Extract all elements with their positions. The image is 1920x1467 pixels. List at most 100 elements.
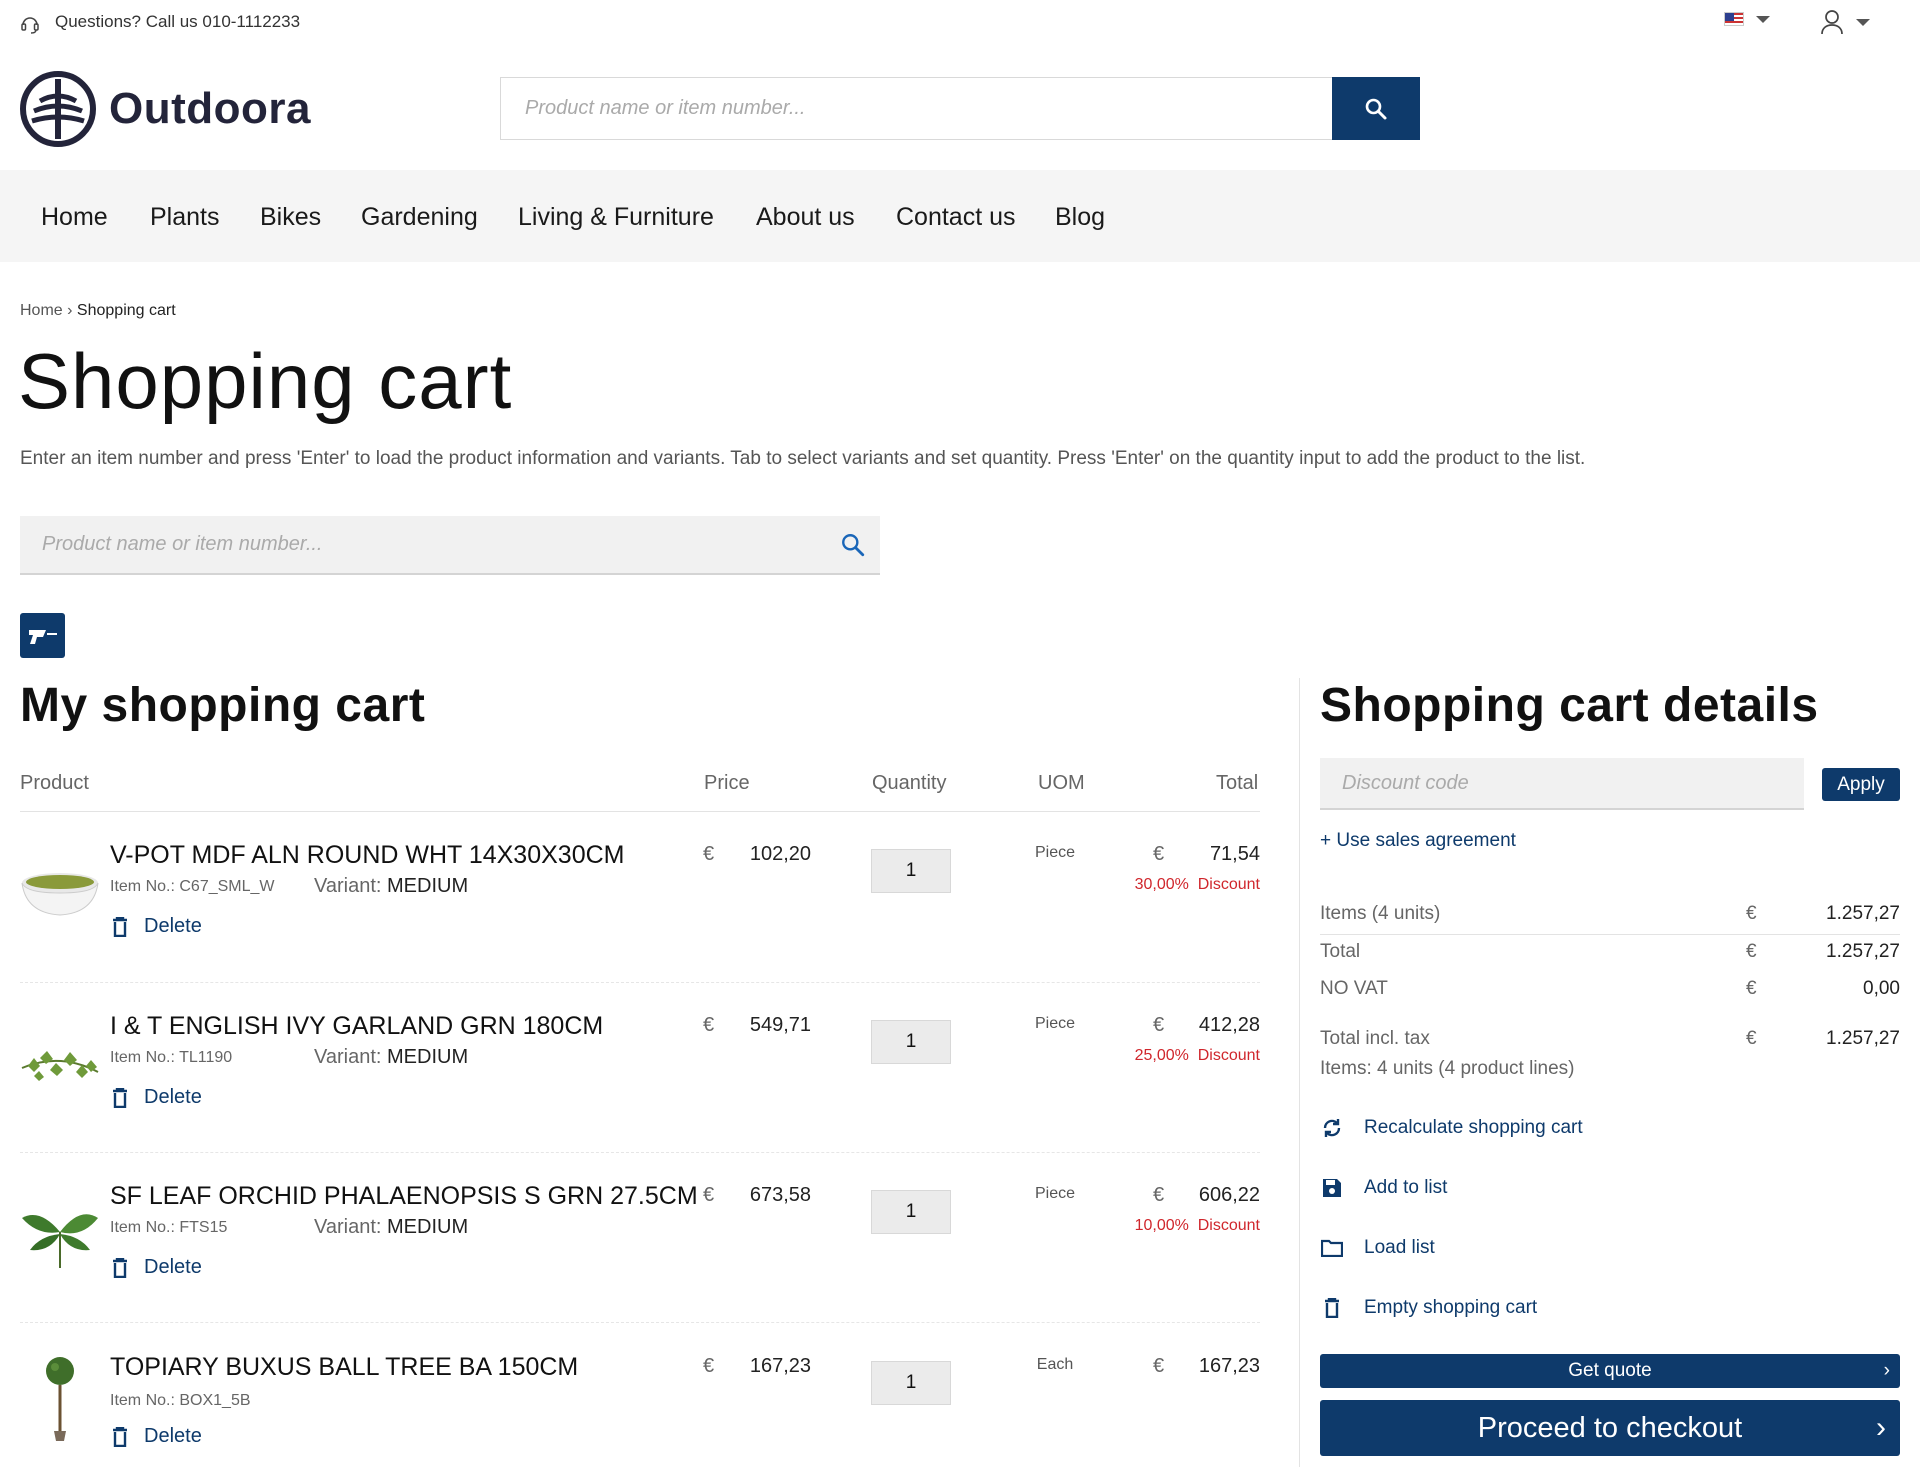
vat-value: 0,00 <box>1863 978 1900 999</box>
search-button[interactable] <box>1332 77 1420 140</box>
cart-row: SF LEAF ORCHID PHALAENOPSIS S GRN 27.5CM… <box>20 1164 1260 1334</box>
product-name[interactable]: TOPIARY BUXUS BALL TREE BA 150CM <box>110 1353 578 1382</box>
orchid-leaf-icon[interactable] <box>20 1192 100 1272</box>
nav-item-about-us[interactable]: About us <box>756 203 855 232</box>
save-icon <box>1320 1178 1344 1198</box>
white-pot-icon[interactable] <box>20 851 100 931</box>
total-incl-label: Total incl. tax <box>1320 1028 1430 1049</box>
vat-row: NO VAT € 0,00 <box>1320 978 1900 999</box>
trash-icon <box>112 1087 128 1108</box>
delete-button[interactable]: Delete <box>112 1425 202 1448</box>
product-name[interactable]: V-POT MDF ALN ROUND WHT 14X30X30CM <box>110 841 624 870</box>
nav-item-living-furniture[interactable]: Living & Furniture <box>518 203 714 232</box>
us-flag-icon <box>1724 12 1744 26</box>
page-intro: Enter an item number and press 'Enter' t… <box>20 448 1586 469</box>
delete-button[interactable]: Delete <box>112 1086 202 1109</box>
price: 102,20 <box>749 843 811 865</box>
item-number: Item No.: BOX1_5B <box>110 1392 251 1409</box>
load-list-button[interactable]: Load list <box>1320 1237 1435 1259</box>
items-value: 1.257,27 <box>1826 903 1900 924</box>
folder-icon <box>1320 1239 1344 1257</box>
price: 673,58 <box>749 1184 811 1206</box>
product-name[interactable]: I & T ENGLISH IVY GARLAND GRN 180CM <box>110 1012 603 1041</box>
nav-item-gardening[interactable]: Gardening <box>361 203 478 232</box>
chevron-right-icon: › <box>1883 1360 1890 1381</box>
details-title: Shopping cart details <box>1320 679 1819 732</box>
price: 167,23 <box>749 1355 811 1377</box>
add-to-list-button[interactable]: Add to list <box>1320 1177 1447 1199</box>
logo-icon[interactable] <box>20 71 96 147</box>
chevron-down-icon <box>1756 15 1770 23</box>
line-total: 412,28 <box>1198 1014 1260 1036</box>
col-uom: UOM <box>1038 772 1085 794</box>
row-divider <box>20 1152 1260 1153</box>
headset-icon <box>20 14 40 34</box>
line-total: 606,22 <box>1198 1184 1260 1206</box>
trash-icon <box>1320 1298 1344 1318</box>
col-price: Price <box>704 772 750 794</box>
delete-button[interactable]: Delete <box>112 1256 202 1279</box>
panel-divider <box>1299 678 1300 1467</box>
main-nav: Home Plants Bikes Gardening Living & Fur… <box>0 170 1920 262</box>
breadcrumb-home[interactable]: Home <box>20 302 63 319</box>
checkout-button[interactable]: Proceed to checkout › <box>1320 1400 1900 1456</box>
variant: Variant: MEDIUM <box>314 875 469 897</box>
breadcrumb-separator: › <box>67 302 73 319</box>
cart-row: V-POT MDF ALN ROUND WHT 14X30X30CM Item … <box>20 823 1260 993</box>
account-menu[interactable] <box>1820 9 1870 35</box>
language-selector[interactable] <box>1724 12 1770 26</box>
col-product: Product <box>20 772 89 794</box>
line-total: 167,23 <box>1198 1355 1260 1377</box>
price: 549,71 <box>749 1014 811 1036</box>
quantity-input[interactable]: 1 <box>871 849 951 893</box>
quantity-input[interactable]: 1 <box>871 1020 951 1064</box>
sales-agreement-link[interactable]: + Use sales agreement <box>1320 830 1516 852</box>
user-icon <box>1820 9 1844 35</box>
quick-order-search <box>20 516 880 575</box>
trash-icon <box>112 916 128 937</box>
row-divider <box>20 1322 1260 1323</box>
uom: Piece <box>1034 1185 1076 1202</box>
item-number: Item No.: C67_SML_W <box>110 878 275 895</box>
brand-name[interactable]: Outdoora <box>109 84 311 134</box>
get-quote-button[interactable]: Get quote › <box>1320 1354 1900 1388</box>
item-number: Item No.: FTS15 <box>110 1219 228 1236</box>
quantity-input[interactable]: 1 <box>871 1361 951 1405</box>
topiary-icon[interactable] <box>20 1355 100 1441</box>
variant: Variant: MEDIUM <box>314 1216 469 1238</box>
total-label: Total <box>1320 941 1361 962</box>
search-icon <box>1364 97 1388 121</box>
barcode-scanner-button[interactable] <box>20 613 65 658</box>
total-incl-value: 1.257,27 <box>1826 1028 1900 1049</box>
discount-field <box>1320 758 1804 810</box>
delete-button[interactable]: Delete <box>112 915 202 938</box>
vat-label: NO VAT <box>1320 978 1388 999</box>
items-label: Items (4 units) <box>1320 903 1441 924</box>
uom: Piece <box>1034 1015 1076 1032</box>
item-number: Item No.: TL1190 <box>110 1049 233 1066</box>
apply-button[interactable]: Apply <box>1822 768 1900 801</box>
cart-row: TOPIARY BUXUS BALL TREE BA 150CM Item No… <box>20 1335 1260 1467</box>
nav-item-plants[interactable]: Plants <box>150 203 219 232</box>
trash-icon <box>112 1257 128 1278</box>
row-divider <box>20 982 1260 983</box>
search-input[interactable] <box>501 78 1333 139</box>
variant: Variant: MEDIUM <box>314 1046 469 1068</box>
nav-item-blog[interactable]: Blog <box>1055 203 1105 232</box>
header-divider <box>20 811 1260 812</box>
discount-badge: 25,00% Discount <box>1134 1047 1260 1064</box>
nav-item-home[interactable]: Home <box>41 203 108 232</box>
empty-cart-button[interactable]: Empty shopping cart <box>1320 1297 1537 1319</box>
quick-order-input[interactable] <box>20 516 880 573</box>
nav-item-contact-us[interactable]: Contact us <box>896 203 1016 232</box>
search-field <box>500 77 1334 140</box>
nav-item-bikes[interactable]: Bikes <box>260 203 321 232</box>
quantity-input[interactable]: 1 <box>871 1190 951 1234</box>
recalculate-button[interactable]: Recalculate shopping cart <box>1320 1117 1583 1139</box>
discount-code-input[interactable] <box>1320 758 1804 808</box>
search-icon[interactable] <box>840 532 866 558</box>
product-name[interactable]: SF LEAF ORCHID PHALAENOPSIS S GRN 27.5CM <box>110 1182 698 1211</box>
summary-divider <box>1320 934 1900 935</box>
scanner-icon <box>28 627 58 645</box>
ivy-icon[interactable] <box>20 1022 100 1102</box>
